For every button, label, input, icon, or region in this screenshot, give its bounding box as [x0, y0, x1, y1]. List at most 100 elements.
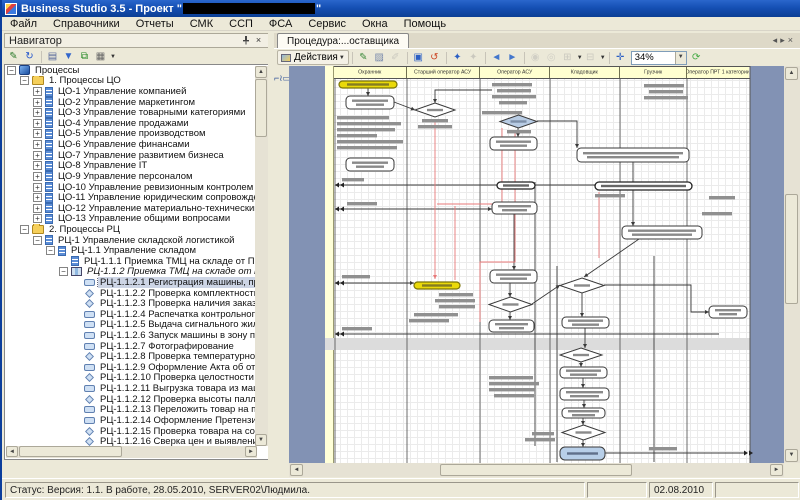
tree-item[interactable]: РЦ-1.1.2.6 Запуск машины в зону приемки, — [5, 330, 257, 341]
tree-item[interactable]: РЦ-1.1.2.14 Оформление Претензии об отк — [5, 415, 257, 426]
diagram-horizontal-scrollbar[interactable]: ◄ ► — [289, 463, 784, 477]
tab-next-icon[interactable]: ▸ — [780, 35, 788, 45]
tree-item[interactable]: −РЦ-1 Управление складской логистикой — [5, 235, 257, 246]
sync-window-icon[interactable]: ⧉ — [77, 50, 92, 64]
collapse-icon[interactable]: − — [20, 225, 29, 234]
flow-task-shape[interactable] — [560, 388, 609, 400]
menu-item-1[interactable]: Файл — [2, 17, 45, 31]
tree-item[interactable]: РЦ-1.1.2.7 Фотографирование — [5, 341, 257, 352]
flow-task-shape[interactable] — [560, 367, 607, 378]
collapse-icon[interactable]: − — [46, 246, 55, 255]
tree-item[interactable]: +ЦО-8 Управление IT — [5, 160, 257, 171]
scroll-right-icon[interactable]: ► — [245, 446, 257, 457]
flow-task-shape[interactable] — [490, 137, 537, 150]
tree-horizontal-scrollbar[interactable]: ◄ ► — [6, 446, 257, 458]
expand-icon[interactable]: + — [33, 119, 42, 128]
edit-diagram-icon[interactable]: ✎ — [356, 51, 371, 65]
edit-icon[interactable]: ✎ — [6, 50, 21, 64]
expand-icon[interactable]: + — [33, 140, 42, 149]
expand-icon[interactable]: + — [33, 98, 42, 107]
flow-task-shape[interactable] — [490, 270, 537, 283]
scroll-right-icon[interactable]: ► — [770, 464, 783, 476]
flow-connector[interactable] — [584, 239, 639, 277]
menu-item-7[interactable]: Сервис — [300, 17, 354, 31]
expand-icon[interactable]: + — [33, 183, 42, 192]
scroll-up-icon[interactable]: ▲ — [255, 66, 267, 78]
tree-item[interactable]: +ЦО-13 Управление общими вопросами — [5, 214, 257, 225]
scroll-up-icon[interactable]: ▲ — [785, 67, 798, 80]
tree-item[interactable]: РЦ-1.1.2.15 Проверка товара на соответст — [5, 426, 257, 437]
tree-item[interactable]: РЦ-1.1.2.3 Проверка наличия заказа «Зак — [5, 298, 257, 309]
pin-icon[interactable] — [239, 35, 252, 47]
tree-item[interactable]: РЦ-1.1.2.8 Проверка температурного реж — [5, 351, 257, 362]
tree-item[interactable]: РЦ-1.1.2.1 Регистрация машины, прием док — [5, 277, 257, 288]
menu-item-3[interactable]: Отчеты — [128, 17, 182, 31]
tab-close-icon[interactable]: × — [788, 35, 796, 45]
actions-button[interactable]: Действия ▼ — [277, 50, 349, 65]
tree-item[interactable]: +ЦО-4 Управление продажами — [5, 118, 257, 129]
expand-icon[interactable]: + — [33, 87, 42, 96]
prev-diagram-icon[interactable]: ✦ — [450, 51, 465, 65]
collapse-icon[interactable]: − — [20, 76, 29, 85]
tree-item[interactable]: +ЦО-1 Управление компанией — [5, 86, 257, 97]
tree-item[interactable]: −РЦ-1.1.2 Приемка ТМЦ на складе от поста… — [5, 267, 257, 278]
scroll-left-icon[interactable]: ◄ — [6, 446, 18, 457]
tree-item[interactable]: +ЦО-9 Управление персоналом — [5, 171, 257, 182]
collapse-icon[interactable]: − — [7, 66, 16, 75]
tree-item[interactable]: РЦ-1.1.2.5 Выдача сигнального жилета (со — [5, 320, 257, 331]
tree-item[interactable]: РЦ-1.1.2.2 Проверка комплектности докум — [5, 288, 257, 299]
close-panel-icon[interactable]: × — [252, 35, 265, 47]
chevron-down-icon[interactable]: ▼ — [110, 54, 116, 60]
filter-icon[interactable]: ▼ — [61, 50, 76, 64]
flow-task-shape[interactable] — [562, 408, 605, 418]
fit-zoom-icon[interactable]: ✛ — [613, 51, 628, 65]
tree-item[interactable]: −1. Процессы ЦО — [5, 76, 257, 87]
tree-item[interactable]: +ЦО-7 Управление развитием бизнеса — [5, 150, 257, 161]
menu-item-5[interactable]: ССП — [221, 17, 261, 31]
update-diagram-icon[interactable]: ⟳ — [689, 51, 704, 65]
tree-item[interactable]: +ЦО-6 Управление финансами — [5, 139, 257, 150]
tree-item[interactable]: −2. Процессы РЦ — [5, 224, 257, 235]
scroll-down-icon[interactable]: ▼ — [785, 449, 798, 462]
scroll-thumb[interactable] — [255, 79, 267, 137]
flow-task-shape[interactable] — [562, 317, 609, 328]
menu-item-6[interactable]: ФСА — [261, 17, 300, 31]
collapse-icon[interactable]: − — [33, 236, 42, 245]
scroll-thumb[interactable] — [785, 194, 798, 304]
save-icon[interactable]: ▣ — [411, 51, 426, 65]
menu-item-4[interactable]: СМК — [182, 17, 221, 31]
image-icon[interactable]: ▨ — [372, 51, 387, 65]
flow-task-shape[interactable] — [346, 96, 394, 109]
tree-item[interactable]: РЦ-1.1.2.9 Оформление Акта об отказе от — [5, 362, 257, 373]
tree-vertical-scrollbar[interactable]: ▲ ▼ — [255, 66, 268, 446]
expand-icon[interactable]: + — [33, 214, 42, 223]
tree-item[interactable]: +ЦО-5 Управление производством — [5, 129, 257, 140]
expand-icon[interactable]: + — [33, 151, 42, 160]
scroll-down-icon[interactable]: ▼ — [255, 434, 267, 446]
expand-icon[interactable]: + — [33, 129, 42, 138]
chevron-down-icon[interactable]: ▼ — [600, 55, 606, 61]
zoom-combobox[interactable]: 34% ▼ — [631, 51, 687, 65]
tab-procedure[interactable]: Процедура:...оставщика — [277, 33, 409, 48]
tree-item[interactable]: РЦ-1.1.2.10 Проверка целостности упаков — [5, 373, 257, 384]
tree-item[interactable]: РЦ-1.1.2.11 Выгрузка товара из машины — [5, 383, 257, 394]
flow-task-shape[interactable] — [577, 148, 689, 162]
flow-task-shape[interactable] — [709, 306, 747, 318]
tree-item[interactable]: РЦ-1.1.2.4 Распечатка контрольного листа — [5, 309, 257, 320]
menu-item-2[interactable]: Справочники — [45, 17, 128, 31]
expand-icon[interactable]: + — [33, 108, 42, 117]
expand-icon[interactable]: + — [33, 193, 42, 202]
expand-icon[interactable]: + — [33, 161, 42, 170]
tree-item[interactable]: +ЦО-10 Управление ревизионным контролем — [5, 182, 257, 193]
flow-task-shape[interactable] — [492, 202, 537, 214]
diagram-canvas[interactable]: ОхранникСтарший оператор АСУОператор АСУ… — [289, 66, 784, 463]
forward-icon[interactable]: ► — [505, 51, 520, 65]
print-icon[interactable]: ▦ — [93, 50, 108, 64]
flow-task-shape[interactable] — [346, 158, 394, 171]
tree-item[interactable]: РЦ-1.1.2.12 Проверка высоты паллет — [5, 394, 257, 405]
flow-connector[interactable] — [537, 121, 577, 148]
expand-icon[interactable]: + — [33, 204, 42, 213]
back-icon[interactable]: ◄ — [489, 51, 504, 65]
chevron-down-icon[interactable]: ▼ — [675, 52, 686, 64]
flow-connector[interactable] — [532, 285, 560, 304]
